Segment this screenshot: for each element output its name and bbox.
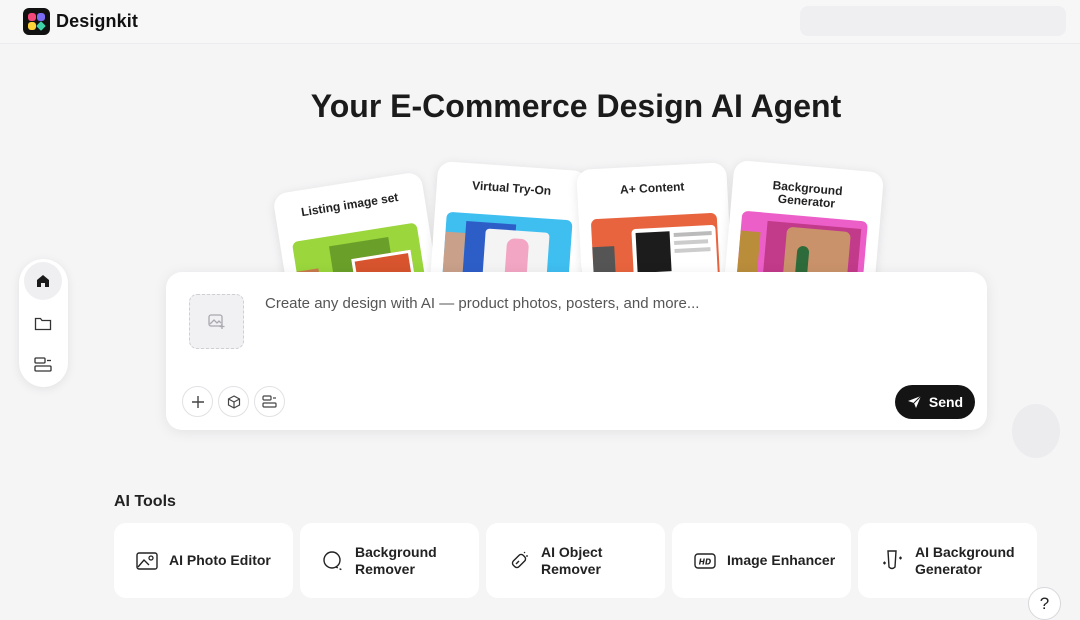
background-generator-icon <box>883 549 902 569</box>
tool-label: AI Background Generator <box>915 543 1015 577</box>
send-button[interactable]: Send <box>895 385 975 419</box>
sidebar-item-templates[interactable] <box>24 346 62 384</box>
tool-label: Background Remover <box>355 543 437 577</box>
svg-text:HD: HD <box>699 557 712 566</box>
floating-assistant-button[interactable] <box>1012 404 1060 458</box>
left-sidebar <box>19 259 68 387</box>
image-upload-button[interactable] <box>189 294 244 349</box>
tool-label: AI Photo Editor <box>169 552 271 568</box>
sidebar-item-projects[interactable] <box>24 304 62 342</box>
add-button[interactable] <box>182 386 213 417</box>
tool-label: Image Enhancer <box>727 552 836 568</box>
tool-ai-photo-editor[interactable]: AI Photo Editor <box>114 523 293 598</box>
paper-plane-icon <box>907 395 922 408</box>
add-image-icon <box>207 313 224 329</box>
layout-icon <box>34 357 52 372</box>
prompt-input[interactable]: Create any design with AI — product phot… <box>265 295 699 312</box>
card-title: Virtual Try-On <box>471 178 552 198</box>
tool-image-enhancer[interactable]: HD Image Enhancer <box>672 523 851 598</box>
tool-ai-background-generator[interactable]: AI Background Generator <box>858 523 1037 598</box>
home-icon <box>37 275 49 287</box>
page-title: Your E-Commerce Design AI Agent <box>310 88 842 124</box>
brand-name[interactable]: Designkit <box>56 11 138 32</box>
tool-ai-object-remover[interactable]: AI Object Remover <box>486 523 665 598</box>
photo-editor-icon <box>136 551 158 570</box>
help-button[interactable]: ? <box>1028 587 1061 620</box>
sidebar-item-home[interactable] <box>24 262 62 300</box>
layout-icon <box>262 394 277 408</box>
background-remover-icon <box>323 550 343 571</box>
card-title: Background Generator <box>772 178 844 211</box>
template-button[interactable] <box>254 386 285 417</box>
eraser-icon <box>511 551 528 568</box>
card-title: A+ Content <box>619 179 685 197</box>
cube-icon <box>227 394 240 409</box>
tool-background-remover[interactable]: Background Remover <box>300 523 479 598</box>
folder-icon <box>34 317 52 330</box>
plus-icon <box>191 395 204 408</box>
top-bar: Designkit <box>0 0 1080 44</box>
hd-icon: HD <box>694 552 716 569</box>
designkit-logo-icon[interactable] <box>23 8 50 35</box>
send-label: Send <box>928 394 964 410</box>
prompt-panel: Create any design with AI — product phot… <box>166 272 987 430</box>
card-title: Listing image set <box>300 190 400 220</box>
model-3d-button[interactable] <box>218 386 249 417</box>
tool-label: AI Object Remover <box>541 543 603 577</box>
account-area[interactable] <box>800 6 1066 36</box>
ai-tools-heading: AI Tools <box>114 493 176 510</box>
